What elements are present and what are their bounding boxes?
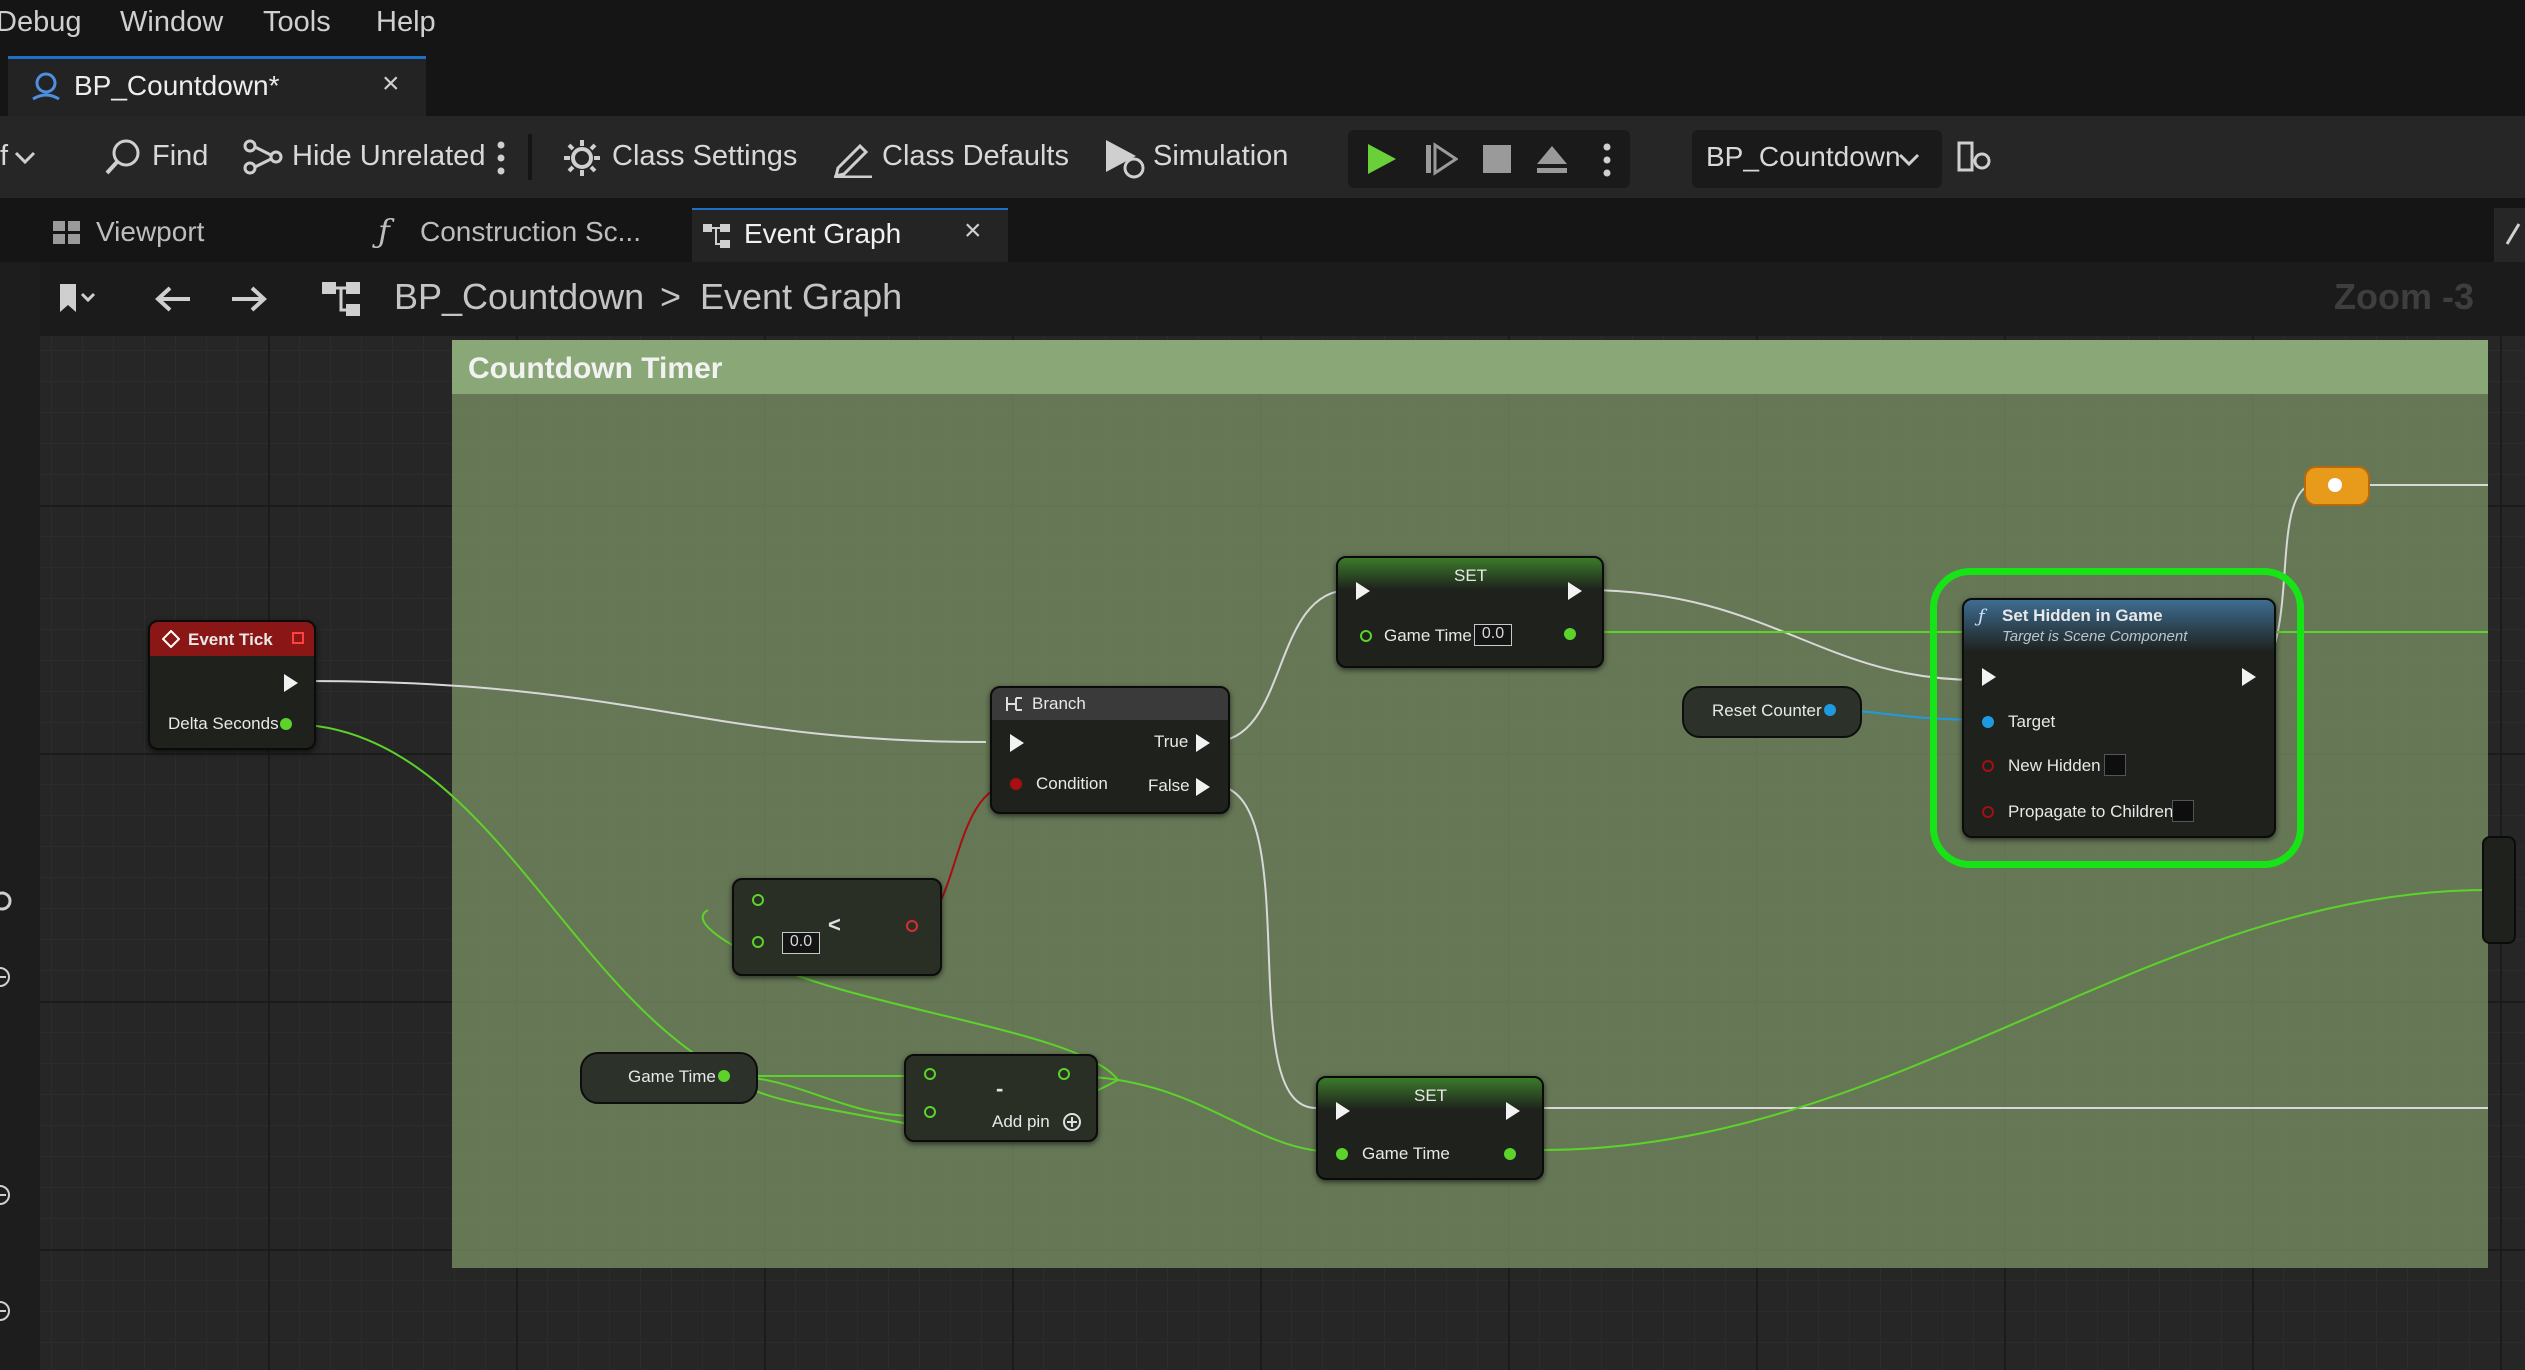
branch-title: Branch — [1032, 694, 1086, 713]
branch-true-label: True — [1154, 732, 1189, 751]
add-pin-label[interactable]: Add pin — [992, 1112, 1050, 1132]
reset-counter-label: Reset Counter — [1712, 701, 1822, 720]
branch-header — [992, 688, 1228, 720]
exec-wire — [303, 680, 987, 743]
false-exec-pin[interactable] — [1196, 778, 1210, 796]
new-hidden-pin[interactable] — [1982, 760, 1994, 772]
set-game-time-node[interactable]: SET Game Time — [1316, 1076, 1544, 1180]
set-var-label: Game Time — [1384, 626, 1472, 645]
game-time-getter-label: Game Time — [628, 1067, 716, 1086]
result-output-pin[interactable] — [1058, 1068, 1070, 1080]
true-exec-pin[interactable] — [1196, 734, 1210, 752]
float-wire — [1067, 1075, 1337, 1153]
reroute-pin[interactable] — [2328, 478, 2342, 492]
b-input-pin[interactable] — [752, 936, 764, 948]
branch-condition-label: Condition — [1036, 774, 1108, 793]
edit-icon[interactable] — [2505, 218, 2525, 248]
exec-wire — [1211, 784, 1317, 1109]
event-tick-title: Event Tick — [188, 630, 273, 649]
condition-pin[interactable] — [1010, 778, 1022, 790]
subtract-operator: - — [996, 1076, 1004, 1101]
branch-node[interactable]: Branch True Condition False — [990, 686, 1230, 814]
offscreen-node[interactable] — [2482, 836, 2516, 944]
event-icon — [162, 630, 180, 648]
set-title: SET — [1454, 566, 1488, 585]
set-var-label: Game Time — [1362, 1144, 1450, 1163]
propagate-label: Propagate to Children — [2008, 802, 2174, 821]
exec-output-pin[interactable] — [2242, 668, 2256, 686]
exec-input-pin[interactable] — [1010, 734, 1024, 752]
target-pin[interactable] — [1982, 716, 1994, 728]
set-hidden-subtitle: Target is Scene Component — [2002, 628, 2188, 645]
set-hidden-in-game-node[interactable]: ƒ Set Hidden in Game Target is Scene Com… — [1962, 598, 2276, 838]
reset-counter-output-pin[interactable] — [1824, 704, 1836, 716]
less-than-node[interactable]: 0.0 < — [732, 878, 942, 976]
exec-input-pin[interactable] — [1356, 582, 1370, 600]
set-title: SET — [1414, 1086, 1448, 1105]
delta-seconds-pin[interactable] — [280, 718, 292, 730]
float-wire — [1541, 889, 2489, 1151]
new-hidden-label: New Hidden — [2008, 756, 2101, 775]
b-input-pin[interactable] — [924, 1106, 936, 1118]
game-time-value-field[interactable]: 0.0 — [1474, 624, 1512, 646]
exec-wire — [1583, 589, 1979, 681]
propagate-pin[interactable] — [1982, 806, 1994, 818]
set-game-time-node[interactable]: SET Game Time 0.0 — [1336, 556, 1604, 668]
game-time-getter-node[interactable]: Game Time — [580, 1052, 758, 1104]
b-value-field[interactable]: 0.0 — [782, 932, 820, 954]
reset-counter-getter-node[interactable]: Reset Counter — [1682, 686, 1862, 738]
branch-false-label: False — [1148, 776, 1190, 795]
exec-input-pin[interactable] — [1982, 668, 1996, 686]
delegate-pin[interactable] — [292, 632, 304, 644]
game-time-input-pin[interactable] — [1336, 1148, 1348, 1160]
reroute-node[interactable] — [2304, 466, 2370, 506]
exec-input-pin[interactable] — [1336, 1102, 1350, 1120]
target-label: Target — [2008, 712, 2056, 731]
game-time-output-pin[interactable] — [718, 1070, 730, 1082]
game-time-output-pin[interactable] — [1504, 1148, 1516, 1160]
new-hidden-checkbox[interactable] — [2104, 754, 2126, 776]
event-tick-node[interactable]: Event Tick Delta Seconds — [148, 620, 316, 750]
exec-output-pin[interactable] — [1506, 1102, 1520, 1120]
set-hidden-title: Set Hidden in Game — [2002, 606, 2163, 625]
exec-wire — [1211, 589, 1351, 743]
exec-output-pin[interactable] — [1568, 582, 1582, 600]
less-than-operator: < — [828, 912, 841, 937]
propagate-checkbox[interactable] — [2172, 800, 2194, 822]
game-time-input-pin[interactable] — [1360, 630, 1372, 642]
add-pin-icon[interactable] — [1062, 1112, 1082, 1132]
subtract-node[interactable]: - Add pin — [904, 1054, 1098, 1142]
game-time-output-pin[interactable] — [1564, 628, 1576, 640]
function-icon: ƒ — [1978, 606, 1985, 627]
exec-output-pin[interactable] — [284, 674, 298, 692]
a-input-pin[interactable] — [752, 894, 764, 906]
delta-seconds-label: Delta Seconds — [168, 714, 279, 733]
branch-icon — [1006, 697, 1022, 711]
bool-output-pin[interactable] — [906, 920, 918, 932]
a-input-pin[interactable] — [924, 1068, 936, 1080]
